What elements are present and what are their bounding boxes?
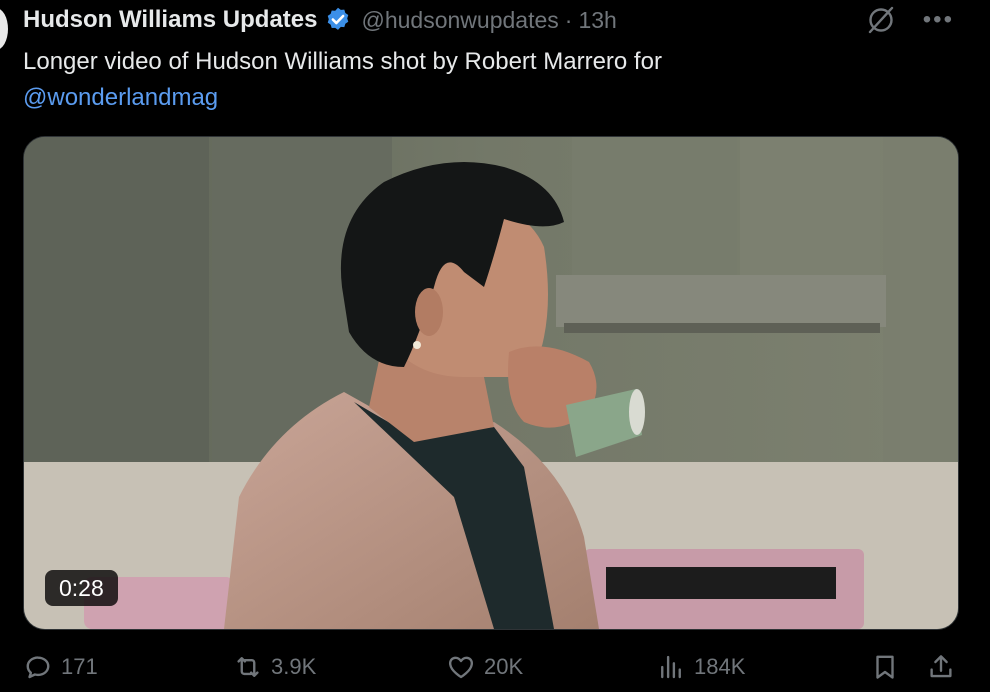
views-button[interactable]: 184K <box>656 652 745 682</box>
bookmark-button[interactable] <box>870 652 900 682</box>
handle[interactable]: @hudsonwupdates <box>362 7 559 34</box>
separator-dot: · <box>564 6 573 33</box>
reply-button[interactable]: 171 <box>23 652 98 682</box>
video-player[interactable] <box>23 136 959 630</box>
action-bar: 171 3.9K 20K 184K <box>0 646 990 692</box>
more-icon[interactable]: ••• <box>923 8 954 32</box>
like-button[interactable]: 20K <box>446 652 523 682</box>
post-header: Hudson Williams Updates @hudsonwupdates … <box>23 4 617 36</box>
share-icon <box>930 655 952 678</box>
views-count: 184K <box>694 654 746 679</box>
repost-icon <box>237 657 259 677</box>
post-time[interactable]: 13h <box>578 7 616 34</box>
views-icon <box>661 655 681 679</box>
reply-count: 171 <box>61 654 98 679</box>
reply-icon <box>26 656 50 679</box>
video-duration: 0:28 <box>45 570 118 606</box>
repost-button[interactable]: 3.9K <box>233 652 316 682</box>
post-text: Longer video of Hudson Williams shot by … <box>23 44 923 116</box>
video-frame <box>24 137 958 629</box>
avatar[interactable] <box>0 8 8 50</box>
like-icon <box>448 656 474 679</box>
bookmark-icon <box>876 655 894 679</box>
share-button[interactable] <box>926 652 956 682</box>
post-body: Longer video of Hudson Williams shot by … <box>23 48 662 75</box>
repost-count: 3.9K <box>271 654 317 679</box>
verified-badge-icon <box>327 7 348 30</box>
like-count: 20K <box>484 654 524 679</box>
grok-icon[interactable] <box>865 4 897 36</box>
display-name[interactable]: Hudson Williams Updates <box>23 6 318 34</box>
post-top-actions: ••• <box>865 4 954 36</box>
mention-link[interactable]: @wonderlandmag <box>23 80 923 116</box>
